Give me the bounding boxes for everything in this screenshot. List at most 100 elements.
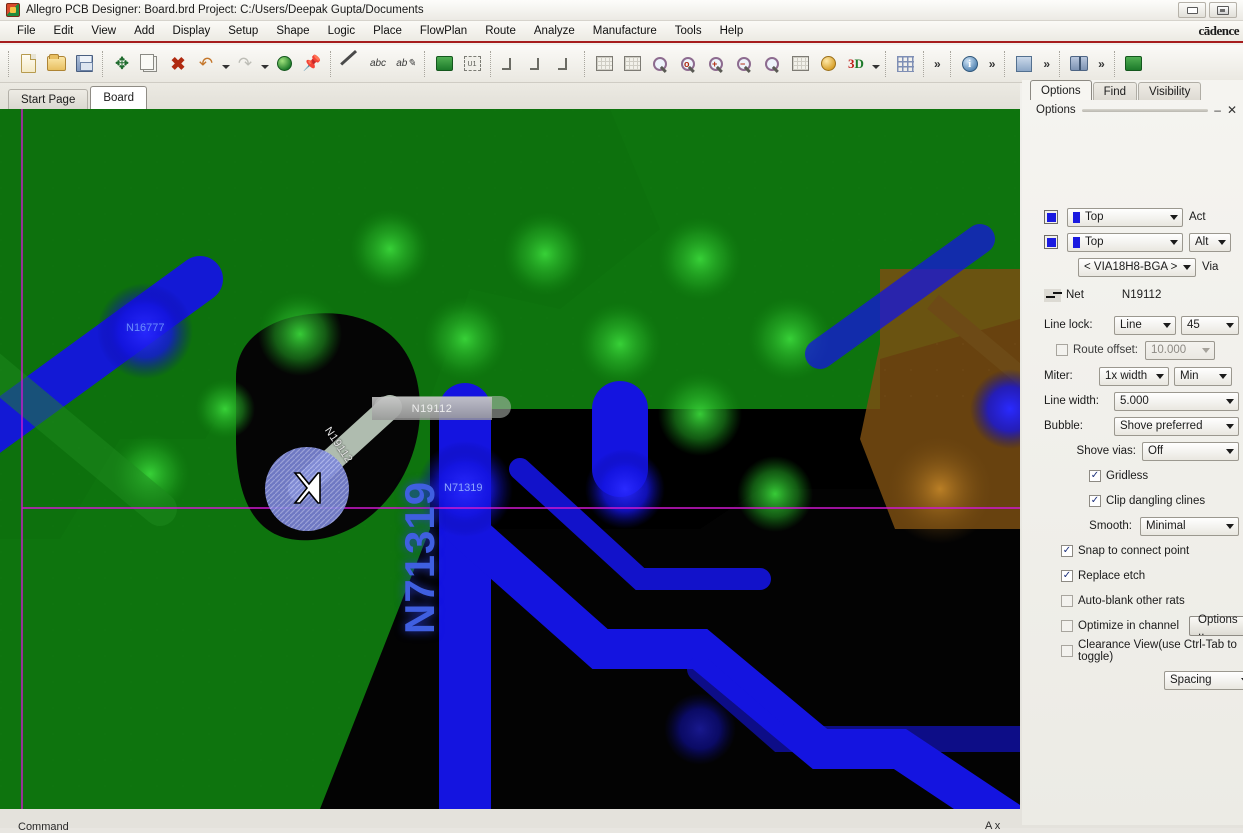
- shove-vias-select[interactable]: Off: [1142, 441, 1239, 461]
- allegro-icon: [6, 3, 20, 17]
- net-icon[interactable]: [1044, 288, 1061, 302]
- line-lock-mode-select[interactable]: Line: [1114, 315, 1176, 335]
- pcb-canvas[interactable]: N16777 N71319 N71319 N19112 N19112: [0, 109, 1020, 809]
- line-button[interactable]: [336, 50, 364, 78]
- delay-tune-button[interactable]: [552, 50, 580, 78]
- subclass-view-button[interactable]: [618, 50, 646, 78]
- three-d-dropdown-button[interactable]: [870, 51, 881, 77]
- three-d-button[interactable]: 3D: [842, 50, 870, 78]
- zoom-points-button[interactable]: [786, 50, 814, 78]
- snap-connect-row: ✓ Snap to connect point: [1044, 540, 1243, 562]
- move-button[interactable]: ✥: [108, 50, 136, 78]
- restore-button[interactable]: [1178, 2, 1206, 18]
- spacing-select[interactable]: Spacing: [1164, 670, 1243, 690]
- info-button[interactable]: i: [956, 50, 984, 78]
- miter-width-select[interactable]: 1x width: [1099, 366, 1169, 386]
- edit-text-button[interactable]: ab✎: [392, 50, 420, 78]
- alt-layer-color-button[interactable]: [1044, 235, 1058, 249]
- copy-button[interactable]: [136, 50, 164, 78]
- zoom-fit-button[interactable]: [646, 50, 674, 78]
- help-book-button[interactable]: [1065, 50, 1093, 78]
- grid-toggle-button[interactable]: [891, 50, 919, 78]
- menu-shape[interactable]: Shape: [267, 23, 318, 39]
- line-width-input[interactable]: 5.000: [1114, 391, 1239, 411]
- report-button[interactable]: [1010, 50, 1038, 78]
- toolbar-overflow-3[interactable]: »: [1038, 57, 1055, 71]
- panel-minimize-button[interactable]: –: [1214, 104, 1221, 116]
- alt-layer-value: Top: [1085, 236, 1104, 248]
- line-lock-label: Line lock:: [1044, 319, 1093, 331]
- tab-find[interactable]: Find: [1092, 82, 1138, 100]
- slide-button[interactable]: [524, 50, 552, 78]
- layer-color-swatch: [1073, 211, 1080, 223]
- new-file-button[interactable]: [14, 50, 42, 78]
- toolbar-overflow-1[interactable]: »: [929, 57, 946, 71]
- act-layer-select[interactable]: Top: [1067, 207, 1183, 227]
- chip-outline-button[interactable]: U1: [458, 50, 486, 78]
- close-button[interactable]: [1209, 2, 1237, 18]
- zoom-in-button[interactable]: +: [702, 50, 730, 78]
- optimize-channel-checkbox[interactable]: ✓: [1061, 620, 1073, 632]
- act-layer-color-button[interactable]: [1044, 210, 1058, 224]
- menu-file[interactable]: File: [8, 23, 45, 39]
- optimize-options-button[interactable]: Options ..: [1189, 614, 1243, 638]
- layer-color-swatch: [1073, 236, 1080, 248]
- menu-display[interactable]: Display: [164, 23, 220, 39]
- zoom-out-button[interactable]: −: [730, 50, 758, 78]
- toolbar-overflow-4[interactable]: »: [1093, 57, 1110, 71]
- alt-mode-select[interactable]: Alt: [1189, 232, 1231, 252]
- toolbar-overflow-2[interactable]: »: [984, 57, 1001, 71]
- color-button[interactable]: [814, 50, 842, 78]
- delete-button[interactable]: ✖: [164, 50, 192, 78]
- grid-view-button[interactable]: [590, 50, 618, 78]
- menu-manufacture[interactable]: Manufacture: [584, 23, 666, 39]
- via-select[interactable]: < VIA18H8-BGA >: [1078, 257, 1196, 277]
- menu-add[interactable]: Add: [125, 23, 163, 39]
- menu-help[interactable]: Help: [711, 23, 753, 39]
- auto-blank-checkbox[interactable]: ✓: [1061, 595, 1073, 607]
- panel-close-button[interactable]: ✕: [1227, 104, 1237, 116]
- tab-start-page[interactable]: Start Page: [8, 89, 89, 109]
- extra-tool-button[interactable]: [1120, 50, 1148, 78]
- bubble-select[interactable]: Shove preferred: [1114, 416, 1239, 436]
- undo-button[interactable]: ↶: [192, 50, 220, 78]
- zoom-world-button[interactable]: o: [674, 50, 702, 78]
- tab-board[interactable]: Board: [90, 86, 148, 109]
- undo-dropdown-button[interactable]: [220, 51, 231, 77]
- clearance-view-checkbox[interactable]: ✓: [1061, 645, 1073, 657]
- redo-button[interactable]: ↷: [231, 50, 259, 78]
- three-d-icon: 3D: [848, 55, 864, 71]
- line-lock-angle-select[interactable]: 45: [1181, 315, 1239, 335]
- menu-analyze[interactable]: Analyze: [525, 23, 584, 39]
- place-component-button[interactable]: [430, 50, 458, 78]
- tab-options[interactable]: Options: [1030, 80, 1092, 100]
- save-button[interactable]: [70, 50, 98, 78]
- menu-route[interactable]: Route: [476, 23, 525, 39]
- menu-view[interactable]: View: [82, 23, 125, 39]
- route-offset-checkbox[interactable]: ✓: [1056, 344, 1068, 356]
- miter-mode-select[interactable]: Min: [1174, 366, 1232, 386]
- menu-tools[interactable]: Tools: [666, 23, 711, 39]
- add-text-button[interactable]: abc: [364, 50, 392, 78]
- replace-etch-checkbox[interactable]: ✓: [1061, 570, 1073, 582]
- chevron-down-icon: [1180, 264, 1193, 270]
- redo-dropdown-button[interactable]: [259, 51, 270, 77]
- alt-layer-select[interactable]: Top: [1067, 232, 1183, 252]
- snap-connect-checkbox[interactable]: ✓: [1061, 545, 1073, 557]
- route-connect-button[interactable]: [496, 50, 524, 78]
- smooth-select[interactable]: Minimal: [1140, 516, 1239, 536]
- tab-visibility[interactable]: Visibility: [1138, 82, 1202, 100]
- shape-ball-button[interactable]: [270, 50, 298, 78]
- gridless-checkbox[interactable]: ✓: [1089, 470, 1101, 482]
- route-offset-input[interactable]: 10.000: [1145, 340, 1215, 360]
- menu-place[interactable]: Place: [364, 23, 411, 39]
- menu-flowplan[interactable]: FlowPlan: [411, 23, 476, 39]
- menu-edit[interactable]: Edit: [45, 23, 83, 39]
- zoom-points-icon: [791, 56, 809, 71]
- zoom-previous-button[interactable]: [758, 50, 786, 78]
- clip-dangling-checkbox[interactable]: ✓: [1089, 495, 1101, 507]
- menu-logic[interactable]: Logic: [319, 23, 365, 39]
- pin-button[interactable]: 📌: [298, 50, 326, 78]
- menu-setup[interactable]: Setup: [219, 23, 267, 39]
- open-file-button[interactable]: [42, 50, 70, 78]
